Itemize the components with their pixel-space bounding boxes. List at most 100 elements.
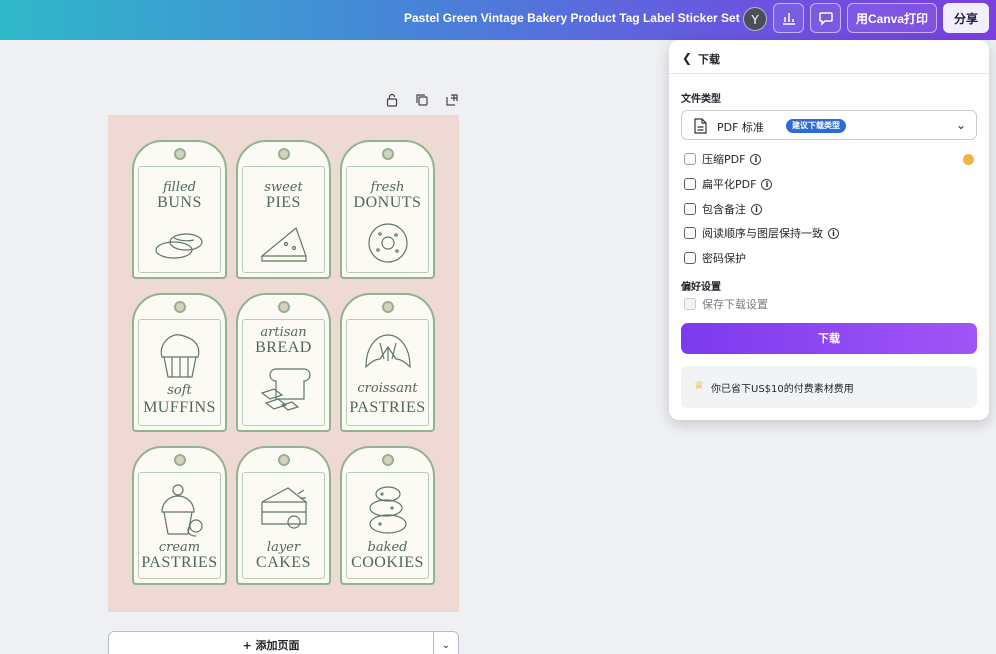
tag-label[interactable]: sweet PIES: [236, 140, 331, 279]
info-icon[interactable]: i: [751, 203, 762, 215]
checkbox[interactable]: [684, 227, 696, 239]
option-label: 阅读顺序与图层保持一致: [702, 227, 823, 240]
recommended-badge: 建议下载类型: [786, 119, 846, 133]
file-icon: [694, 118, 707, 134]
tag-script-text: layer: [266, 540, 301, 555]
print-with-canva-button[interactable]: 用Canva打印: [847, 3, 937, 33]
tag-script-text: filled: [162, 180, 196, 195]
insights-button[interactable]: [773, 3, 804, 33]
page-tools: [385, 92, 461, 108]
pro-crown-icon: [963, 154, 974, 165]
croissant-illustration: [364, 334, 411, 369]
checkbox[interactable]: [684, 178, 696, 190]
top-bar: Pastel Green Vintage Bakery Product Tag …: [0, 0, 996, 40]
comment-icon: [818, 12, 833, 26]
option-label: 包含备注: [702, 203, 746, 216]
tag-label[interactable]: fresh DONUTS: [340, 140, 435, 279]
tag-word-text: BUNS: [157, 194, 202, 211]
tag-script-text: croissant: [357, 381, 418, 396]
savings-notice: ♕ 你已省下US$10的付费素材费用: [681, 366, 977, 408]
tag-hole: [277, 301, 290, 313]
tag-hole: [173, 454, 186, 466]
chevron-down-icon: ⌄: [955, 118, 966, 132]
file-type-label: 文件类型: [681, 94, 721, 105]
duplicate-page-icon[interactable]: [415, 92, 431, 108]
tag-word-text: DONUTS: [353, 194, 422, 211]
tag-label[interactable]: layer CAKES: [236, 446, 331, 585]
tag-script-text: soft: [167, 383, 192, 398]
cupcake-illustration: [160, 484, 203, 537]
document-title[interactable]: Pastel Green Vintage Bakery Product Tag …: [404, 11, 753, 25]
option-label: 扁平化PDF: [702, 178, 757, 191]
tag-word-text: PIES: [266, 194, 301, 211]
file-type-select[interactable]: PDF 标准 建议下载类型 ⌄: [681, 110, 977, 140]
tag-label[interactable]: cream PASTRIES: [132, 446, 227, 585]
tag-word-text: CAKES: [256, 554, 311, 571]
tag-hole: [173, 301, 186, 313]
info-icon[interactable]: i: [750, 153, 762, 165]
preferences-label: 偏好设置: [681, 282, 721, 293]
tag-script-text: baked: [367, 540, 408, 555]
pie-slice-illustration: [259, 226, 307, 262]
tag-hole: [381, 301, 394, 313]
file-type-value: PDF 标准: [717, 121, 764, 134]
tag-hole: [381, 148, 394, 160]
option-label: 压缩PDF: [702, 153, 746, 166]
comments-button[interactable]: [810, 3, 841, 33]
tag-label[interactable]: baked COOKIES: [340, 446, 435, 585]
chevron-down-icon: ⌄: [441, 640, 451, 651]
tag-script-text: sweet: [264, 180, 303, 195]
checkbox: [684, 298, 696, 310]
add-page-button[interactable]: + 添加页面: [108, 631, 434, 654]
layer-cake-illustration: [260, 487, 308, 529]
tag-hole: [173, 148, 186, 160]
option-label: 密码保护: [702, 252, 746, 265]
lock-icon[interactable]: [385, 92, 401, 108]
user-avatar[interactable]: Y: [743, 7, 767, 31]
bar-chart-icon: [782, 13, 795, 25]
info-icon[interactable]: i: [761, 178, 773, 190]
flatten-pdf-option[interactable]: 扁平化PDF i: [684, 176, 773, 192]
checkbox[interactable]: [684, 252, 696, 264]
add-page-icon[interactable]: [445, 92, 461, 108]
tag-label[interactable]: soft MUFFINS: [132, 293, 227, 432]
save-settings-option: 保存下载设置: [684, 296, 768, 312]
tag-script-text: fresh: [370, 180, 405, 195]
password-protect-option[interactable]: 密码保护: [684, 250, 746, 266]
tag-script-text: cream: [158, 540, 201, 555]
tag-hole: [277, 148, 290, 160]
tag-word-text: MUFFINS: [143, 399, 216, 416]
tag-label[interactable]: croissant PASTRIES: [340, 293, 435, 432]
tag-hole: [381, 454, 394, 466]
tag-label[interactable]: filled BUNS: [132, 140, 227, 279]
panel-title: 下载: [698, 53, 720, 66]
reading-order-option[interactable]: 阅读顺序与图层保持一致 i: [684, 225, 839, 241]
download-panel: ❮ 下载 文件类型 PDF 标准 建议下载类型 ⌄ 压缩PDF i 扁平化PDF…: [669, 40, 989, 420]
panel-header: ❮ 下载: [669, 40, 989, 74]
info-icon[interactable]: i: [828, 227, 839, 239]
checkbox[interactable]: [684, 203, 696, 215]
tag-word-text: PASTRIES: [349, 399, 426, 416]
tag-hole: [277, 454, 290, 466]
back-arrow-icon[interactable]: ❮: [682, 51, 692, 65]
tag-label[interactable]: artisan BREAD: [236, 293, 331, 432]
tag-word-text: COOKIES: [351, 554, 424, 571]
compress-pdf-option[interactable]: 压缩PDF i: [684, 151, 762, 167]
savings-text: 你已省下US$10的付费素材费用: [711, 384, 854, 395]
download-button[interactable]: 下载: [681, 323, 977, 354]
checkbox[interactable]: [684, 153, 696, 165]
share-button[interactable]: 分享: [943, 3, 989, 33]
tag-script-text: artisan: [260, 325, 307, 340]
design-page[interactable]: filled BUNS sweet PIES fresh DONUTS soft…: [108, 115, 459, 612]
buns-illustration: [154, 233, 203, 259]
tag-word-text: BREAD: [255, 339, 312, 356]
crown-icon: ♕: [694, 379, 704, 392]
muffin-illustration: [160, 334, 199, 378]
donut-illustration: [367, 223, 408, 263]
include-notes-option[interactable]: 包含备注 i: [684, 201, 762, 217]
add-page-options-button[interactable]: ⌄: [433, 631, 459, 654]
option-label: 保存下载设置: [702, 298, 768, 311]
bread-illustration: [260, 368, 311, 411]
cookies-illustration: [368, 486, 407, 534]
tag-word-text: PASTRIES: [141, 554, 218, 571]
